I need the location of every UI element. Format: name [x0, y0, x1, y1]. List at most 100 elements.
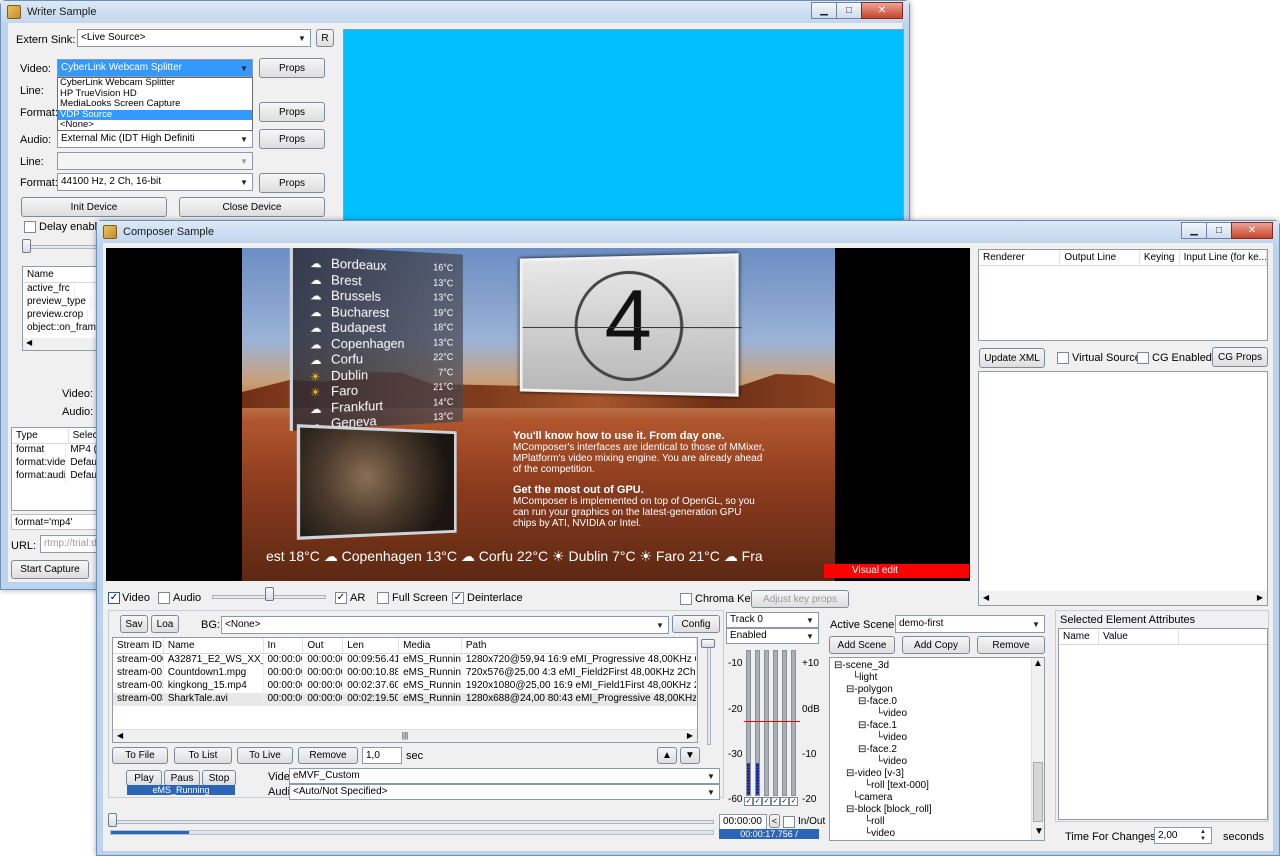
- format2-props-button[interactable]: Props: [259, 173, 325, 193]
- minimize-icon[interactable]: ▁: [811, 2, 837, 19]
- video-props-button[interactable]: Props: [259, 58, 325, 78]
- remove-scene-button[interactable]: Remove: [977, 636, 1045, 654]
- r-button[interactable]: R: [316, 29, 334, 47]
- scroll-grip-icon[interactable]: |||: [402, 731, 408, 741]
- extern-sink-select[interactable]: <Live Source> ▼: [77, 29, 311, 47]
- h-scrollbar[interactable]: ◀ ||| ▶: [113, 729, 697, 742]
- attributes-grid[interactable]: Name Value: [1058, 628, 1268, 820]
- tree-node[interactable]: ⊟-scene_3d: [830, 660, 1044, 672]
- volume-slider-thumb[interactable]: [265, 587, 274, 601]
- channel-checkbox[interactable]: ✓: [744, 797, 753, 806]
- close-device-button[interactable]: Close Device: [179, 197, 325, 217]
- video-option[interactable]: CyberLink Webcam Splitter: [58, 78, 252, 89]
- add-copy-button[interactable]: Add Copy: [902, 636, 970, 654]
- value-cell[interactable]: Defau: [66, 470, 100, 483]
- format-text-field[interactable]: format='mp4': [11, 514, 101, 530]
- deinterlace-checkbox[interactable]: ✓: [452, 592, 464, 604]
- pause-button[interactable]: Paus: [164, 770, 200, 786]
- table-row[interactable]: stream-000A32871_E2_WS_XX_...00:00:0000:…: [113, 654, 697, 667]
- scroll-up-icon[interactable]: ▲: [1032, 658, 1044, 670]
- channel-checkbox[interactable]: ✓: [789, 797, 798, 806]
- scroll-down-icon[interactable]: ▼: [1034, 826, 1044, 838]
- type-cell[interactable]: format:video: [12, 457, 66, 470]
- h-scrollbar[interactable]: ◀ ▶: [979, 591, 1267, 605]
- channel-checkbox[interactable]: ✓: [771, 797, 780, 806]
- save-button[interactable]: Sav: [120, 615, 148, 633]
- scroll-thumb[interactable]: [1033, 762, 1043, 822]
- table-row[interactable]: stream-002 kingkong_15.mp4 00:00:00 00:00:0…: [113, 680, 697, 693]
- video-option[interactable]: <None>: [58, 120, 252, 131]
- config-button[interactable]: Config: [672, 615, 720, 633]
- cg-enabled-checkbox[interactable]: [1137, 352, 1149, 364]
- channel-checkbox[interactable]: ✓: [753, 797, 762, 806]
- active-scene-select[interactable]: demo-first ▼: [895, 615, 1045, 633]
- virtual-source-checkbox[interactable]: [1057, 352, 1069, 364]
- tree-node[interactable]: ⊟-polygon: [830, 684, 1044, 696]
- props-row[interactable]: active_frc: [23, 283, 75, 296]
- seek-thumb[interactable]: [108, 813, 117, 827]
- video-format-select[interactable]: eMVF_Custom ▼: [289, 768, 720, 784]
- move-down-button[interactable]: ▼: [680, 747, 700, 764]
- init-device-button[interactable]: Init Device: [21, 197, 167, 217]
- format-props-button[interactable]: Props: [259, 102, 325, 122]
- stream-vslider-thumb[interactable]: [701, 639, 715, 648]
- stop-button[interactable]: Stop: [202, 770, 236, 786]
- writer-titlebar[interactable]: Writer Sample ▁ □ ✕: [1, 1, 909, 23]
- audio-format-select[interactable]: <Auto/Not Specified> ▼: [289, 784, 720, 800]
- seek-track[interactable]: [110, 820, 714, 824]
- ar-checkbox[interactable]: ✓: [335, 592, 347, 604]
- to-list-button[interactable]: To List: [174, 747, 232, 764]
- gain-line[interactable]: [744, 721, 800, 722]
- tree-node[interactable]: └video: [830, 708, 1044, 720]
- table-row[interactable]: stream-003 SharkTale.avi 00:00:00 00:00:00 0…: [113, 693, 697, 706]
- audio-props-button[interactable]: Props: [259, 129, 325, 149]
- update-xml-button[interactable]: Update XML: [979, 348, 1045, 368]
- type-cell[interactable]: format:audio: [12, 470, 66, 483]
- add-scene-button[interactable]: Add Scene: [829, 636, 895, 654]
- composer-titlebar[interactable]: Composer Sample ▁ □ ✕: [97, 221, 1279, 243]
- adjust-key-props-button[interactable]: Adjust key props: [751, 590, 849, 608]
- collapse-icon[interactable]: ⊟: [858, 720, 866, 731]
- format2-select[interactable]: 44100 Hz, 2 Ch, 16-bit ▼: [57, 173, 253, 191]
- chroma-key-checkbox[interactable]: [680, 593, 692, 605]
- tree-node[interactable]: └roll [text-000]: [830, 780, 1044, 792]
- table-row[interactable]: stream-001 Countdown1.mpg 00:00:00 00:00:00…: [113, 667, 697, 680]
- close-icon[interactable]: ✕: [1231, 222, 1273, 239]
- v-scrollbar[interactable]: ▲ ▼: [1031, 658, 1044, 840]
- channel-checkbox[interactable]: ✓: [780, 797, 789, 806]
- tree-node[interactable]: ⊟-face.2: [830, 744, 1044, 756]
- tree-node[interactable]: ⊟-block [block_roll]: [830, 804, 1044, 816]
- collapse-icon[interactable]: ⊟: [834, 660, 842, 671]
- close-icon[interactable]: ✕: [861, 2, 903, 19]
- collapse-icon[interactable]: ⊟: [858, 744, 866, 755]
- cg-properties-panel[interactable]: ◀ ▶: [978, 371, 1268, 606]
- channel-checkbox[interactable]: ✓: [762, 797, 771, 806]
- audio-checkbox[interactable]: [158, 592, 170, 604]
- tree-node[interactable]: └video: [830, 732, 1044, 744]
- lt-button[interactable]: <: [769, 814, 780, 828]
- to-file-button[interactable]: To File: [112, 747, 168, 764]
- enabled-select[interactable]: Enabled ▼: [726, 628, 819, 644]
- visual-edit-badge[interactable]: Visual edit: [824, 564, 969, 578]
- props-row[interactable]: preview.crop: [23, 309, 88, 322]
- in-out-checkbox[interactable]: [783, 816, 795, 828]
- scroll-right-icon[interactable]: ▶: [687, 731, 693, 741]
- scene-tree[interactable]: ⊟-scene_3d └light ⊟-polygon ⊟-face.0 └vi…: [829, 657, 1045, 841]
- stream-vslider-track[interactable]: [707, 645, 711, 745]
- value-cell[interactable]: MP4 (: [66, 444, 100, 457]
- tree-node[interactable]: └roll: [830, 816, 1044, 828]
- tree-node[interactable]: ⊟-video [v-3]: [830, 768, 1044, 780]
- writer-slider-track[interactable]: [24, 245, 104, 249]
- writer-slider-thumb[interactable]: [22, 239, 31, 253]
- video-checkbox[interactable]: ✓: [108, 592, 120, 604]
- to-live-button[interactable]: To Live: [237, 747, 293, 764]
- delay-enabled-checkbox[interactable]: [24, 221, 36, 233]
- tree-node[interactable]: ⊟-face.1: [830, 720, 1044, 732]
- start-capture-button[interactable]: Start Capture: [11, 560, 89, 579]
- type-cell[interactable]: format: [12, 444, 66, 457]
- props-row[interactable]: object::on_fram...: [23, 322, 101, 335]
- remove-stream-button[interactable]: Remove: [298, 747, 358, 764]
- maximize-icon[interactable]: □: [836, 2, 862, 19]
- video-option[interactable]: MediaLooks Screen Capture: [58, 99, 252, 110]
- fullscreen-checkbox[interactable]: [377, 592, 389, 604]
